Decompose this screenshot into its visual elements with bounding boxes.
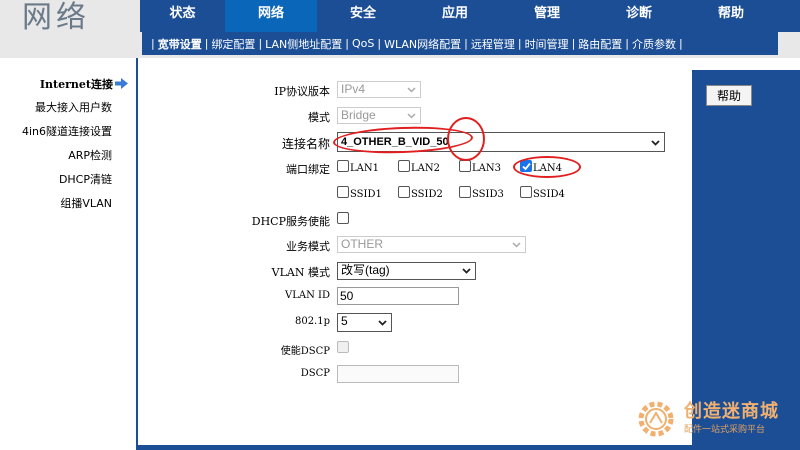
vlan-mode-select[interactable]: 改写(tag)	[337, 262, 476, 280]
mode-select[interactable]: Bridge	[337, 107, 421, 124]
lan1-checkbox[interactable]	[337, 160, 349, 172]
tab-diagnosis[interactable]: 诊断	[593, 0, 685, 32]
lan3-label: LAN3	[472, 163, 501, 174]
subtab-binding[interactable]: 绑定配置	[211, 36, 255, 52]
lan4-label: LAN4	[533, 163, 562, 174]
subtab-lan-address[interactable]: LAN侧地址配置	[265, 36, 342, 52]
logo: 网络	[0, 0, 140, 58]
dot1p-select[interactable]: 5	[337, 313, 392, 332]
ssid2-checkbox[interactable]	[398, 186, 410, 198]
ip-protocol-select[interactable]: IPv4	[337, 81, 421, 98]
arrow-right-icon	[115, 78, 128, 89]
service-mode-select[interactable]: OTHER	[337, 236, 526, 253]
subtab-route[interactable]: 路由配置	[578, 36, 622, 52]
tab-management[interactable]: 管理	[501, 0, 593, 32]
chevron-down-icon	[378, 320, 387, 326]
chevron-down-icon	[407, 87, 416, 93]
content-top-band	[138, 58, 800, 70]
watermark-subtitle: 配件一站式采购平台	[684, 425, 766, 435]
chevron-down-icon	[407, 113, 416, 119]
chevron-down-icon	[462, 268, 471, 274]
ssid3-checkbox[interactable]	[459, 186, 471, 198]
ssid2-label: SSID2	[411, 189, 443, 200]
help-button[interactable]: 帮助	[706, 85, 752, 106]
sidebar-item-arp[interactable]: ARP检测	[68, 147, 112, 163]
lan4-checkbox[interactable]	[520, 160, 532, 172]
lan2-checkbox[interactable]	[398, 160, 410, 172]
ssid1-label: SSID1	[350, 189, 382, 200]
vlan-id-label: VLAN ID	[285, 290, 330, 301]
port-binding-label: 端口绑定	[286, 163, 330, 176]
sidebar-item-max-users[interactable]: 最大接入用户数	[35, 99, 112, 115]
content-panel	[138, 70, 692, 445]
tab-security[interactable]: 安全	[317, 0, 409, 32]
content-bottom-bar	[136, 445, 696, 450]
service-mode-label: 业务模式	[286, 240, 330, 253]
vlan-id-input[interactable]: 50	[337, 287, 459, 305]
ssid4-label: SSID4	[533, 189, 565, 200]
dhcp-enable-label: DHCP服务使能	[251, 215, 330, 228]
lan2-label: LAN2	[411, 163, 440, 174]
subtab-media[interactable]: 介质参数	[632, 36, 676, 52]
dscp-enable-checkbox[interactable]	[337, 341, 349, 353]
main-nav: 状态 网络 安全 应用 管理 诊断 帮助	[140, 0, 800, 32]
checkmark-icon	[522, 162, 531, 171]
sidebar: Internet连接 最大接入用户数 4in6隧道连接设置 ARP检测 DHCP…	[0, 58, 136, 450]
connection-name-select[interactable]: 4_OTHER_B_VID_50	[337, 132, 665, 152]
watermark-title: 创造迷商城	[684, 401, 779, 422]
logo-text: 网络	[22, 0, 90, 35]
right-panel	[692, 70, 800, 450]
lan3-checkbox[interactable]	[459, 160, 471, 172]
lan1-label: LAN1	[350, 163, 379, 174]
sidebar-item-dhcp[interactable]: DHCP清链	[59, 171, 112, 187]
dscp-enable-label: 使能DSCP	[280, 346, 330, 357]
dscp-input[interactable]	[337, 365, 459, 383]
subtab-time[interactable]: 时间管理	[525, 36, 569, 52]
subtab-broadband[interactable]: 宽带设置	[158, 36, 202, 52]
mode-label: 模式	[308, 111, 330, 124]
tab-network[interactable]: 网络	[225, 0, 317, 32]
chevron-down-icon	[512, 242, 521, 248]
tab-application[interactable]: 应用	[409, 0, 501, 32]
dscp-label: DSCP	[300, 368, 330, 379]
ssid3-label: SSID3	[472, 189, 504, 200]
subtab-qos[interactable]: QoS	[352, 37, 374, 50]
dot1p-label: 802.1p	[294, 316, 330, 327]
connection-name-label: 连接名称	[281, 137, 330, 151]
ssid1-checkbox[interactable]	[337, 186, 349, 198]
sidebar-item-multicast-vlan[interactable]: 组播VLAN	[60, 195, 112, 211]
chevron-down-icon	[651, 140, 660, 146]
watermark: 创造迷商城 配件一站式采购平台	[632, 395, 800, 445]
sidebar-item-4in6[interactable]: 4in6隧道连接设置	[22, 123, 112, 139]
sub-nav: | 宽带设置 | 绑定配置 | LAN侧地址配置 | QoS | WLAN网络配…	[140, 32, 800, 58]
subtab-wlan[interactable]: WLAN网络配置	[384, 36, 461, 52]
ip-protocol-label: IP协议版本	[274, 85, 330, 98]
subtab-remote[interactable]: 远程管理	[471, 36, 515, 52]
sidebar-item-internet[interactable]: Internet连接	[40, 76, 128, 92]
tab-help[interactable]: 帮助	[685, 0, 777, 32]
tab-status[interactable]: 状态	[140, 0, 225, 32]
dhcp-enable-checkbox[interactable]	[337, 212, 349, 224]
ssid4-checkbox[interactable]	[520, 186, 532, 198]
vlan-mode-label: VLAN 模式	[271, 266, 330, 279]
gear-logo-icon	[638, 401, 674, 437]
